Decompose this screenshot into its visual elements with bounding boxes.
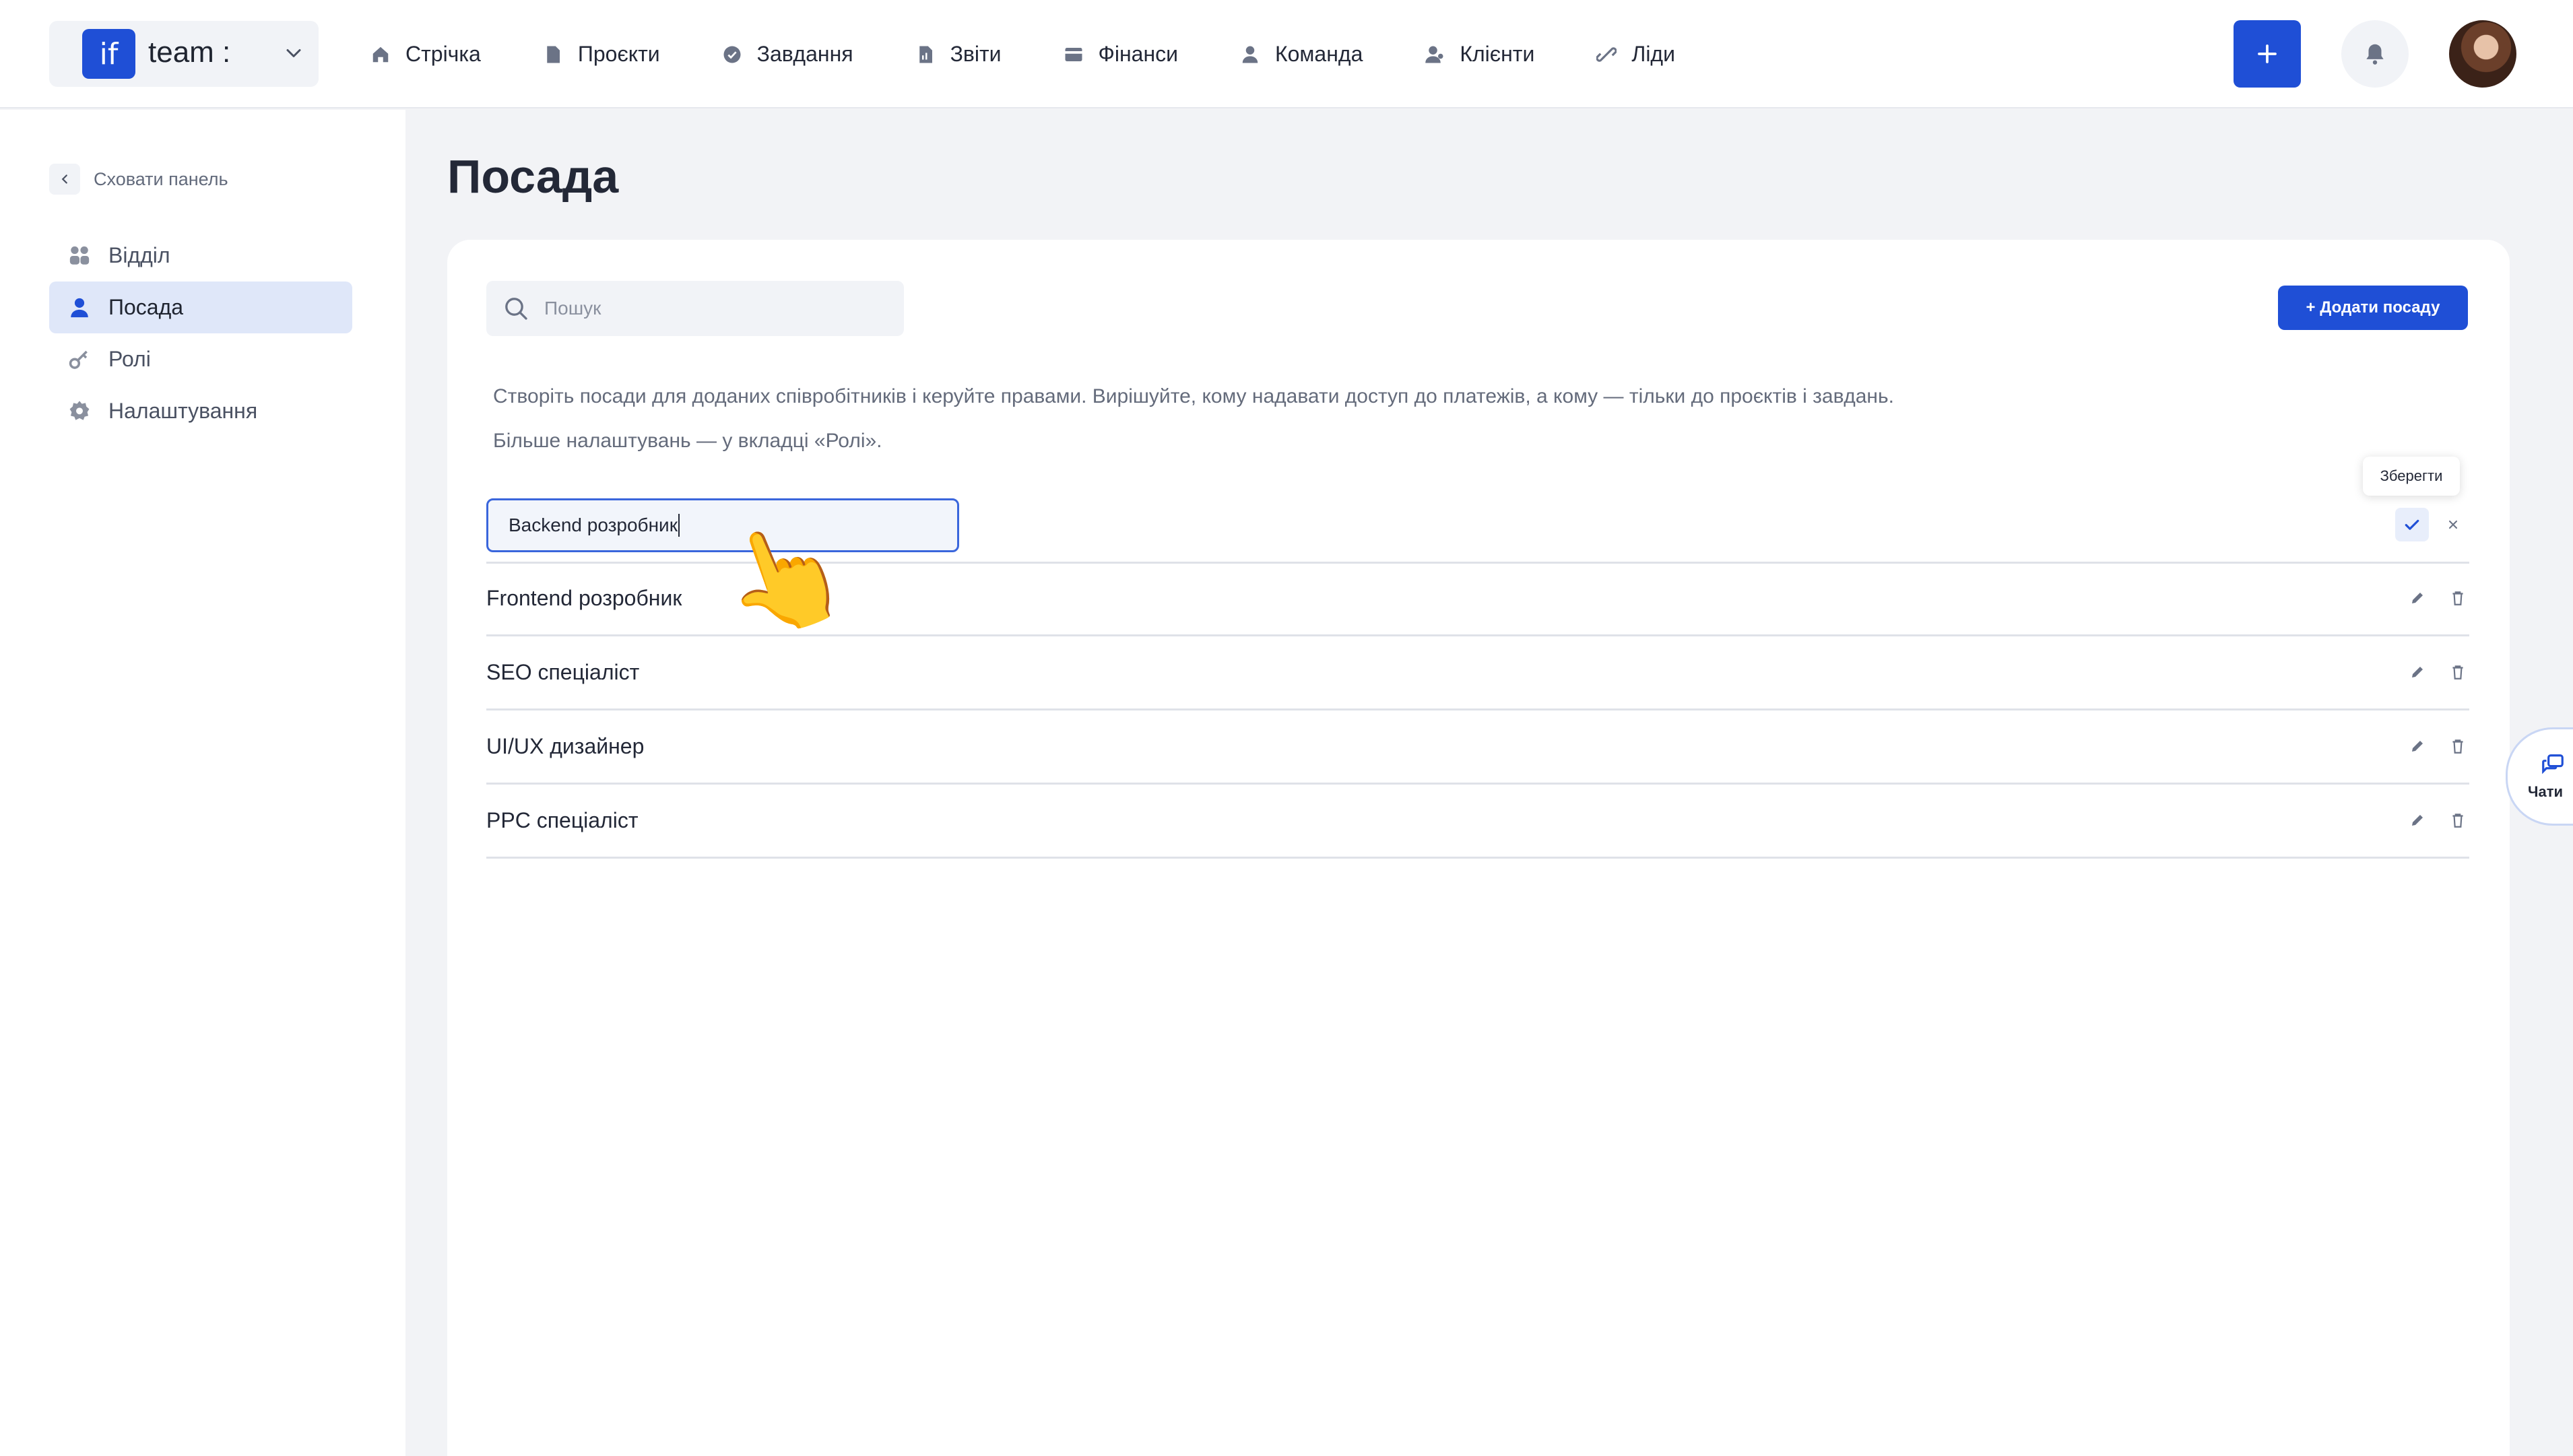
nav-item-finance[interactable]: Фінанси (1064, 28, 1178, 81)
nav-item-clients[interactable]: Клієнти (1425, 28, 1534, 81)
department-icon (69, 246, 90, 265)
nav-label: Стрічка (405, 42, 481, 66)
top-bar: if team : Стрічка Проєкти Завдання Звіти… (0, 0, 2573, 108)
description-line: Більше налаштувань — у вкладці «Ролі». (493, 430, 882, 452)
nav-label: Фінанси (1098, 42, 1178, 66)
save-button[interactable] (2395, 508, 2429, 541)
positions-card: + Додати посаду Створіть посади для дода… (447, 240, 2510, 1456)
nav-item-reports[interactable]: Звіти (915, 28, 1002, 81)
avatar[interactable] (2449, 20, 2516, 88)
document-icon (547, 46, 560, 63)
table-row: SEO спеціаліст (486, 636, 2469, 708)
nav-label: Завдання (756, 42, 853, 66)
hide-panel-button[interactable]: Сховати панель (49, 164, 228, 195)
page-title: Посада (447, 150, 619, 203)
clients-icon (1425, 46, 1443, 63)
sidebar: Сховати панель Відділ Посада Ролі Налашт… (0, 110, 405, 1456)
position-icon (71, 298, 88, 317)
trash-icon[interactable] (2446, 661, 2469, 684)
text-caret (678, 514, 680, 537)
wallet-icon (1065, 47, 1082, 61)
hide-panel-label: Сховати панель (94, 168, 228, 189)
page-description: Створіть посади для доданих співробітник… (493, 374, 1894, 463)
brand-logo: if (82, 29, 135, 79)
check-circle-icon (723, 46, 741, 63)
edit-actions (2395, 508, 2467, 541)
edit-pencil-icon[interactable] (2406, 735, 2429, 758)
notifications-button[interactable] (2341, 20, 2409, 88)
search-icon (505, 298, 527, 320)
trash-icon[interactable] (2446, 735, 2469, 758)
edit-pencil-icon[interactable] (2406, 587, 2429, 609)
position-name: PPC спеціаліст (486, 807, 639, 832)
description-line: Створіть посади для доданих співробітник… (493, 385, 1894, 407)
position-name: UI/UX дизайнер (486, 733, 645, 758)
sidebar-item-label: Посада (108, 295, 184, 319)
table-row: UI/UX дизайнер (486, 710, 2469, 783)
search-box[interactable] (486, 281, 904, 336)
nav-label: Звіти (950, 42, 1002, 66)
position-name: SEO спеціаліст (486, 659, 640, 684)
plus-icon (2258, 44, 2277, 63)
sidebar-item-settings[interactable]: Налаштування (49, 385, 352, 437)
cancel-button[interactable] (2440, 511, 2467, 538)
home-icon (372, 46, 389, 62)
input-value: Backend розробник (509, 515, 678, 535)
nav-item-team[interactable]: Команда (1240, 28, 1363, 81)
chats-button[interactable]: Чати (2506, 727, 2573, 826)
report-icon (919, 46, 932, 63)
table-row: PPC спеціаліст (486, 784, 2469, 857)
position-name: Frontend розробник (486, 585, 682, 610)
add-position-button[interactable]: + Додати посаду (2278, 286, 2468, 330)
trash-icon[interactable] (2446, 587, 2469, 609)
save-tooltip: Зберегти (2363, 457, 2460, 496)
workspace-name: team : (148, 36, 231, 69)
bell-icon (2366, 44, 2384, 65)
create-button[interactable] (2234, 20, 2301, 88)
nav-item-projects[interactable]: Проєкти (543, 28, 660, 81)
leads-icon (1596, 46, 1617, 62)
nav-item-leads[interactable]: Ліди (1596, 28, 1675, 81)
main-nav: Стрічка Проєкти Завдання Звіти Фінанси К… (370, 0, 1737, 108)
chat-icon (2542, 754, 2564, 774)
key-icon (69, 350, 88, 369)
search-input[interactable] (544, 298, 881, 319)
settings-menu: Відділ Посада Ролі Налаштування (49, 230, 352, 437)
nav-label: Проєкти (577, 42, 660, 66)
sidebar-item-label: Налаштування (108, 399, 258, 423)
nav-item-tasks[interactable]: Завдання (722, 28, 853, 81)
sidebar-item-label: Ролі (108, 347, 151, 371)
divider (486, 857, 2469, 859)
nav-label: Ліди (1631, 42, 1675, 66)
sidebar-item-label: Відділ (108, 243, 170, 267)
trash-icon[interactable] (2446, 809, 2469, 832)
sidebar-item-roles[interactable]: Ролі (49, 333, 352, 385)
workspace-switcher[interactable]: if team : (49, 21, 319, 87)
close-icon (2448, 520, 2458, 529)
nav-label: Команда (1274, 42, 1363, 66)
edit-pencil-icon[interactable] (2406, 661, 2429, 684)
nav-item-feed[interactable]: Стрічка (370, 28, 481, 81)
sidebar-item-department[interactable]: Відділ (49, 230, 352, 282)
chats-label: Чати (2528, 783, 2563, 800)
check-icon (2405, 519, 2419, 530)
chevron-left-icon (49, 164, 80, 195)
sidebar-item-position[interactable]: Посада (49, 282, 352, 333)
edit-pencil-icon[interactable] (2406, 809, 2429, 832)
gear-icon (69, 400, 90, 420)
nav-label: Клієнти (1460, 42, 1535, 66)
user-icon (1242, 46, 1258, 63)
chevron-down-icon (286, 49, 301, 57)
